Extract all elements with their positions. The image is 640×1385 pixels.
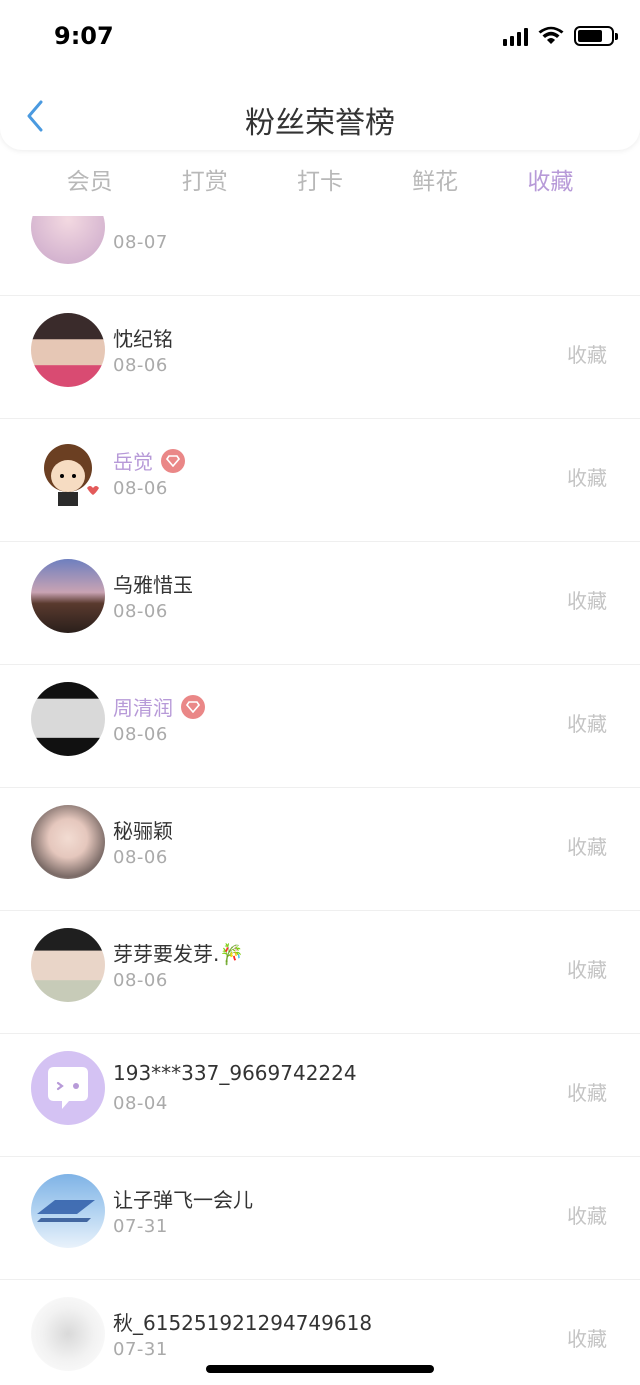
tab-rewards[interactable]: 打赏 [160, 160, 250, 216]
wifi-icon [538, 26, 564, 44]
date-label: 08-06 [113, 355, 168, 376]
list-item[interactable]: 芽芽要发芽.🎋 08-06 收藏 [0, 912, 640, 1034]
list-item[interactable]: 忱纪铭 08-06 收藏 [0, 297, 640, 419]
date-label: 07-31 [113, 1339, 168, 1360]
avatar [31, 313, 105, 387]
list-item[interactable]: 让子弹飞一会儿 07-31 收藏 [0, 1158, 640, 1280]
tab-bar: 会员 打赏 打卡 鲜花 收藏 [0, 160, 640, 216]
diamond-badge-icon [161, 448, 185, 473]
favorite-button[interactable]: 收藏 [567, 585, 607, 614]
favorite-button[interactable]: 收藏 [567, 708, 607, 737]
user-name: 周清润 [113, 696, 173, 720]
avatar [31, 682, 105, 756]
list-item[interactable]: 193***337_9669742224 08-04 收藏 [0, 1035, 640, 1157]
tab-favorites[interactable]: 收藏 [505, 160, 595, 216]
home-indicator [206, 1365, 434, 1373]
favorite-button[interactable]: 收藏 [567, 1077, 607, 1106]
date-label: 08-06 [113, 847, 168, 868]
logo-avatar-icon [37, 1200, 95, 1222]
signal-icon [503, 26, 528, 46]
tab-flowers[interactable]: 鲜花 [390, 160, 480, 216]
nav-header: 9:07 粉丝荣誉榜 [0, 0, 640, 150]
list-item[interactable]: 乌雅惜玉 08-06 收藏 [0, 543, 640, 665]
avatar [31, 1297, 105, 1371]
date-label: 07-31 [113, 1216, 168, 1237]
date-label: 08-07 [113, 232, 168, 253]
tab-members[interactable]: 会员 [45, 160, 135, 216]
avatar [31, 1051, 105, 1125]
date-label: 08-06 [113, 601, 168, 622]
user-name: 193***337_9669742224 [113, 1061, 357, 1085]
favorite-button[interactable]: 收藏 [567, 339, 607, 368]
avatar [31, 1174, 105, 1248]
status-time: 9:07 [54, 22, 114, 50]
user-name: 忱纪铭 [113, 327, 173, 351]
user-name: 岳觉 [113, 450, 153, 474]
list-item[interactable]: 岳觉 08-06 收藏 [0, 420, 640, 542]
date-label: 08-06 [113, 478, 168, 499]
date-label: 08-06 [113, 970, 168, 991]
user-name: 芽芽要发芽.🎋 [113, 942, 245, 966]
favorite-button[interactable]: 收藏 [567, 831, 607, 860]
avatar [31, 805, 105, 879]
diamond-badge-icon [181, 694, 205, 719]
favorite-button[interactable]: 收藏 [567, 1200, 607, 1229]
date-label: 08-04 [113, 1093, 168, 1114]
cartoon-avatar-icon [44, 444, 99, 506]
date-label: 08-06 [113, 724, 168, 745]
favorite-button[interactable]: 收藏 [567, 954, 607, 983]
favorite-button[interactable]: 收藏 [567, 462, 607, 491]
tab-checkin[interactable]: 打卡 [275, 160, 365, 216]
user-name: 秘骊颖 [113, 819, 173, 843]
battery-icon [574, 26, 618, 46]
page-title: 粉丝荣誉榜 [245, 106, 395, 141]
avatar [31, 436, 105, 510]
user-name: 乌雅惜玉 [113, 573, 193, 597]
list-item[interactable]: 秘骊颖 08-06 收藏 [0, 789, 640, 911]
list-item[interactable]: 周清润 08-06 收藏 [0, 666, 640, 788]
favorite-button[interactable]: 收藏 [567, 1323, 607, 1352]
status-icons [503, 26, 618, 46]
avatar [31, 928, 105, 1002]
user-name: 秋_615251921294749618 [113, 1311, 373, 1335]
avatar [31, 559, 105, 633]
chat-bubble-icon [48, 1067, 88, 1109]
user-name: 让子弹飞一会儿 [113, 1188, 253, 1212]
